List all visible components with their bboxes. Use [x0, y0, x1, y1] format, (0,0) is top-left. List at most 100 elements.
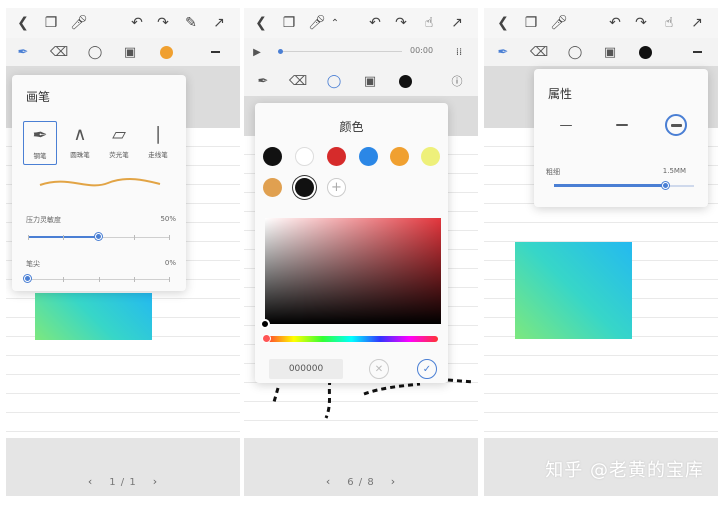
redo-icon[interactable]: ↷: [392, 14, 410, 32]
undo-icon[interactable]: ↶: [606, 14, 624, 32]
cancel-icon[interactable]: ✕: [369, 359, 389, 379]
popover-title: 画笔: [26, 90, 51, 104]
pen-tool-icon[interactable]: ✒: [494, 43, 512, 61]
stroke-preview: [39, 178, 161, 187]
hue-slider[interactable]: [265, 336, 438, 342]
swatch-orange[interactable]: [390, 147, 409, 166]
undo-icon[interactable]: ↶: [128, 14, 146, 32]
image-icon[interactable]: ▣: [361, 72, 379, 90]
pressure-slider-thumb[interactable]: [95, 233, 102, 240]
redo-icon[interactable]: ↷: [632, 14, 650, 32]
swatch-amber[interactable]: [263, 178, 282, 197]
eraser-icon[interactable]: ⌫: [289, 72, 307, 90]
thickness-thick-button[interactable]: [665, 114, 687, 136]
pen-option-fountain[interactable]: ✒ 钢笔: [23, 121, 57, 165]
image-icon[interactable]: ▣: [121, 43, 139, 61]
thickness-icon[interactable]: [206, 43, 224, 61]
color-popover: 颜色 + 000000 ✕ ✓: [255, 103, 448, 383]
help-icon[interactable]: ⓘ: [448, 72, 466, 90]
spectrum-cursor[interactable]: [260, 319, 270, 329]
color-picker-screen: ❮ ❐ 🎤︎ ⌃ ↶ ↷ ☝ ↗ ▶ 00:00 ⁞⁞ ✒ ⌫ ◯ ▣ ⓘ ‹ 6…: [244, 8, 478, 496]
page-indicator: ‹ 6 / 8 ›: [325, 475, 397, 488]
pages-icon[interactable]: ❐: [42, 14, 60, 32]
gradient-rectangle[interactable]: [515, 242, 632, 339]
back-icon[interactable]: ❮: [494, 14, 512, 32]
add-swatch-icon[interactable]: +: [327, 178, 346, 197]
color-picker-icon[interactable]: [157, 43, 175, 61]
pen-option-ballpoint[interactable]: ∧ 圆珠笔: [63, 121, 97, 165]
next-page-icon[interactable]: ›: [153, 475, 158, 488]
next-page-icon[interactable]: ›: [391, 475, 396, 488]
tool-bar: ✒ ⌫ ◯ ▣: [6, 38, 240, 66]
back-icon[interactable]: ❮: [252, 14, 270, 32]
pressure-label: 压力灵敏度: [26, 216, 61, 224]
swatch-selected-black[interactable]: [295, 178, 314, 197]
thickness-medium-button[interactable]: [611, 114, 633, 136]
eraser-icon[interactable]: ⌫: [530, 43, 548, 61]
pen-option-marker[interactable]: ∣ 走线笔: [141, 121, 175, 165]
waveform-icon[interactable]: ⁞⁞: [450, 43, 468, 61]
popover-title: 颜色: [339, 120, 364, 134]
prev-page-icon[interactable]: ‹: [326, 475, 331, 488]
tip-label: 笔尖: [26, 260, 40, 268]
bottom-bar: ‹ 6 / 8 ›: [244, 438, 478, 496]
eraser-icon[interactable]: ⌫: [50, 43, 68, 61]
microphone-icon[interactable]: 🎤︎: [550, 14, 568, 32]
touch-icon[interactable]: ☝: [660, 14, 678, 32]
play-icon[interactable]: ▶: [248, 43, 266, 61]
swatch-black[interactable]: [263, 147, 282, 166]
microphone-icon[interactable]: 🎤︎: [308, 14, 326, 32]
color-picker-icon[interactable]: [636, 43, 654, 61]
audio-time: 00:00: [410, 46, 434, 55]
chevron-up-icon[interactable]: ⌃: [326, 14, 344, 32]
thickness-slider-thumb[interactable]: [662, 182, 669, 189]
bottom-bar: ‹ 1 / 1 ›: [6, 438, 240, 496]
tip-slider-thumb[interactable]: [24, 275, 31, 282]
ballpoint-pen-icon: ∧: [73, 124, 87, 145]
swatch-yellow[interactable]: [421, 147, 440, 166]
image-icon[interactable]: ▣: [601, 43, 619, 61]
prev-page-icon[interactable]: ‹: [88, 475, 93, 488]
lasso-icon[interactable]: ◯: [86, 43, 104, 61]
export-icon[interactable]: ↗: [448, 14, 466, 32]
top-bar: ❮ ❐ 🎤︎ ↶ ↷ ✎ ↗: [6, 8, 240, 38]
pen-option-highlighter[interactable]: ▱ 荧光笔: [102, 121, 136, 165]
marker-pen-icon: ∣: [153, 124, 163, 145]
swatch-red[interactable]: [327, 147, 346, 166]
audio-bar: ▶ 00:00 ⁞⁞: [244, 38, 478, 66]
color-picker-icon[interactable]: [396, 72, 414, 90]
lasso-icon[interactable]: ◯: [325, 72, 343, 90]
pen-tool-icon[interactable]: ✒: [14, 43, 32, 61]
brush-icon[interactable]: ✎: [182, 14, 200, 32]
audio-progress[interactable]: [278, 51, 402, 52]
thickness-icon[interactable]: [688, 43, 706, 61]
audio-progress-thumb[interactable]: [278, 49, 283, 54]
hex-input[interactable]: 000000: [269, 359, 343, 379]
gradient-rectangle[interactable]: [35, 293, 152, 340]
confirm-icon[interactable]: ✓: [417, 359, 437, 379]
thickness-label: 粗细: [546, 168, 560, 176]
hue-slider-thumb[interactable]: [262, 334, 271, 343]
lasso-icon[interactable]: ◯: [566, 43, 584, 61]
pages-icon[interactable]: ❐: [522, 14, 540, 32]
pen-tool-icon[interactable]: ✒: [254, 72, 272, 90]
thickness-thin-button[interactable]: [555, 114, 577, 136]
export-icon[interactable]: ↗: [688, 14, 706, 32]
popover-title: 属性: [548, 87, 573, 101]
pages-icon[interactable]: ❐: [280, 14, 298, 32]
thickness-slider-fill: [554, 184, 666, 187]
undo-icon[interactable]: ↶: [366, 14, 384, 32]
back-icon[interactable]: ❮: [14, 14, 32, 32]
thickness-settings-screen: ❮ ❐ 🎤︎ ↶ ↷ ☝ ↗ ✒ ⌫ ◯ ▣ 属性 粗细 1.5MM 知乎 @老…: [484, 8, 718, 496]
touch-icon[interactable]: ☝: [420, 14, 438, 32]
thickness-value: 1.5MM: [662, 167, 686, 175]
swatch-blue[interactable]: [359, 147, 378, 166]
microphone-icon[interactable]: 🎤︎: [70, 14, 88, 32]
highlighter-icon: ▱: [112, 124, 126, 145]
page-indicator: ‹ 1 / 1 ›: [87, 475, 159, 488]
color-spectrum[interactable]: [265, 218, 441, 324]
properties-popover: 属性 粗细 1.5MM: [534, 69, 708, 207]
redo-icon[interactable]: ↷: [154, 14, 172, 32]
export-icon[interactable]: ↗: [210, 14, 228, 32]
swatch-white[interactable]: [295, 147, 314, 166]
